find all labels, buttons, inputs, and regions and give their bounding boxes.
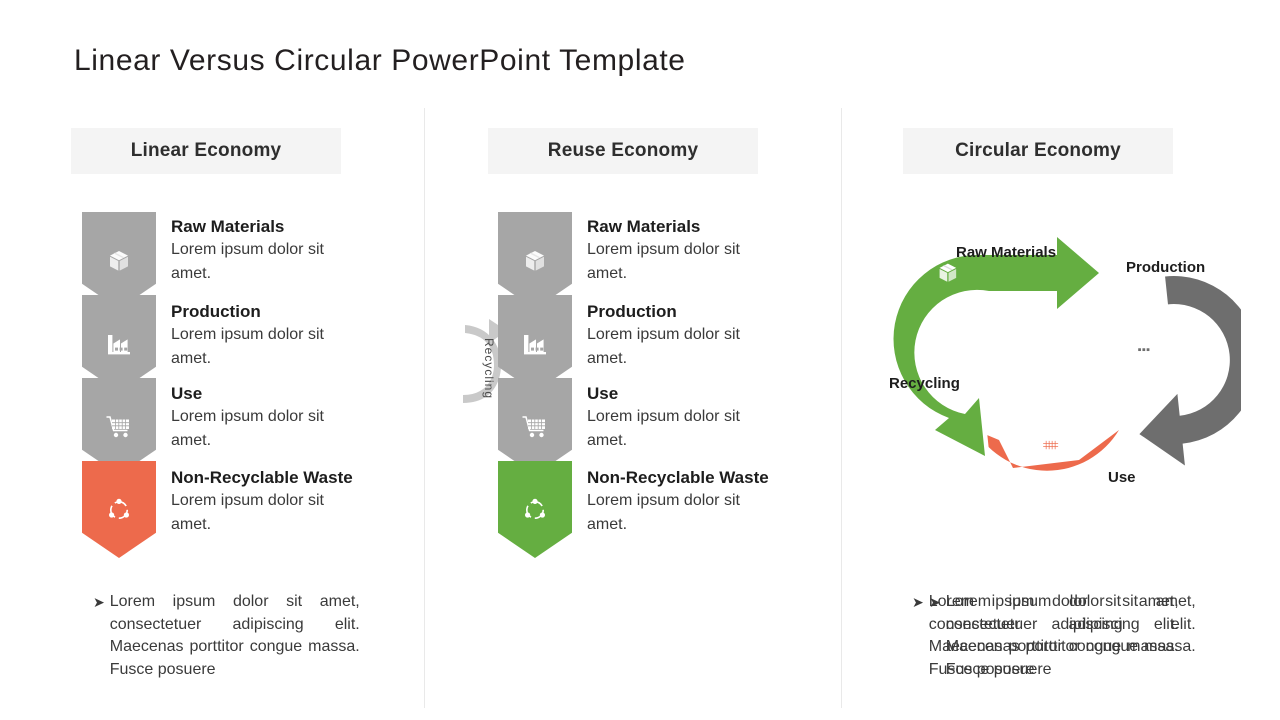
chevron-stack-reuse (498, 212, 572, 558)
box-icon (520, 246, 550, 276)
step-description: Lorem ipsum dolor sit amet. (587, 326, 740, 367)
cycle-segment-raw-materials-recycling (889, 228, 1106, 464)
step-title: Non-Recyclable Waste (587, 468, 769, 487)
factory-icon (1131, 336, 1152, 355)
step-description: Lorem ipsum dolor sit amet. (587, 492, 740, 533)
recycling-label: Recycling (482, 338, 496, 400)
step-item: Raw Materials Lorem ipsum dolor sit amet… (587, 216, 822, 286)
step-item: Non-Recyclable Waste Lorem ipsum dolor s… (171, 467, 406, 537)
recycle-icon (104, 495, 134, 525)
recycle-icon (520, 495, 550, 525)
step-title: Production (171, 302, 261, 321)
recycle-icon (959, 371, 978, 390)
factory-icon (520, 329, 550, 359)
chevron-step-use[interactable] (82, 378, 156, 475)
chevron-step-production[interactable] (498, 295, 572, 392)
cycle-label-raw-materials: Raw Materials (956, 244, 1057, 261)
column-header-linear: Linear Economy (71, 128, 341, 174)
cycle-label-production: Production (1126, 259, 1206, 276)
shopping-cart-icon (520, 412, 550, 442)
column-header-reuse: Reuse Economy (488, 128, 758, 174)
column-circular-economy: Circular Economy Raw Materials Productio… (841, 0, 1258, 720)
shopping-cart-icon (1038, 437, 1059, 457)
step-item: Non-Recyclable Waste Lorem ipsum dolor s… (587, 467, 822, 537)
bullet-text: Lorem ipsum dolor sit amet, consectetuer… (109, 593, 360, 678)
step-description: Lorem ipsum dolor sit amet. (171, 408, 324, 449)
bullet-arrow-icon: ➤ (929, 594, 941, 610)
column-reuse-economy: Reuse Economy Recycling Raw Materials Lo… (424, 0, 1179, 720)
cycle-label-use: Use (1108, 469, 1136, 486)
step-title: Use (171, 384, 203, 403)
chevron-step-raw-materials[interactable] (498, 212, 572, 309)
cycle-segment-production (1132, 271, 1241, 475)
step-item: Use Lorem ipsum dolor sit amet. (587, 383, 822, 453)
step-title: Production (587, 302, 677, 321)
chevron-step-use[interactable] (498, 378, 572, 475)
step-item: Raw Materials Lorem ipsum dolor sit amet… (171, 216, 406, 286)
chevron-step-non-recyclable-waste[interactable] (82, 461, 156, 558)
bullet-arrow-icon: ➤ (93, 594, 105, 610)
cycle-label-recycling: Recycling (889, 375, 960, 392)
box-icon (104, 246, 134, 276)
chevron-step-production[interactable] (82, 295, 156, 392)
step-title: Raw Materials (171, 217, 285, 236)
step-title: Non-Recyclable Waste (171, 468, 353, 487)
step-description: Lorem ipsum dolor sit amet. (171, 326, 324, 367)
chevron-step-raw-materials[interactable] (82, 212, 156, 309)
step-title: Raw Materials (587, 217, 701, 236)
bullet-block-linear: ➤ Lorem ipsum dolor sit amet, consectetu… (93, 591, 363, 681)
step-item: Production Lorem ipsum dolor sit amet. (171, 301, 406, 371)
step-description: Lorem ipsum dolor sit amet. (171, 241, 324, 282)
bullet-text: Lorem ipsum dolor sit amet, consectetuer… (945, 593, 1196, 678)
step-description: Lorem ipsum dolor sit amet. (171, 492, 324, 533)
step-description: Lorem ipsum dolor sit amet. (587, 241, 740, 282)
step-title: Use (587, 384, 619, 403)
column-linear-economy: Linear Economy Raw Materials Lorem ipsum… (0, 0, 417, 720)
chevron-stack-linear (82, 212, 156, 558)
circular-economy-diagram: Raw Materials Production Recycling Use (861, 228, 1241, 518)
step-description: Lorem ipsum dolor sit amet. (587, 408, 740, 449)
bullet-block-circular: ➤ Lorem ipsum dolor sit amet, consectetu… (929, 591, 1199, 681)
column-header-circular: Circular Economy (903, 128, 1173, 174)
step-item: Use Lorem ipsum dolor sit amet. (171, 383, 406, 453)
factory-icon (104, 329, 134, 359)
shopping-cart-icon (104, 412, 134, 442)
step-item: Production Lorem ipsum dolor sit amet. (587, 301, 822, 371)
chevron-step-non-recyclable-waste[interactable] (498, 461, 572, 558)
